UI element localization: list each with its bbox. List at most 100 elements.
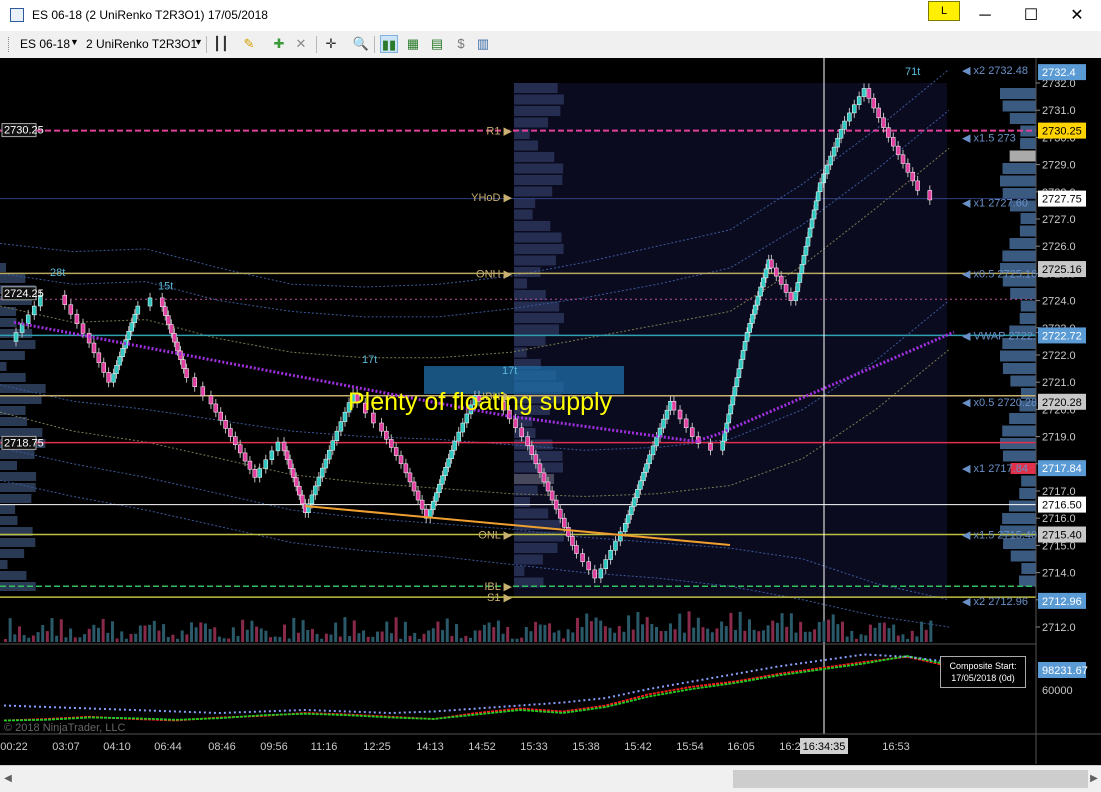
volume-bar	[789, 613, 793, 642]
instrument-dropdown-icon[interactable]: ▼	[70, 37, 79, 47]
volume-bar	[827, 619, 831, 642]
volume-bar	[910, 630, 914, 642]
volume-bar	[482, 624, 486, 642]
volume-bar	[334, 622, 338, 642]
chart-panel[interactable]: 60000 2732.02731.02730.02729.02728.02727…	[0, 58, 1101, 764]
candle-body	[74, 313, 80, 324]
volume-profile-bar	[0, 461, 18, 470]
dollar-icon[interactable]: $	[452, 35, 470, 53]
volume-bar	[427, 630, 431, 642]
candle-body	[900, 154, 906, 164]
volume-profile-bar	[1002, 513, 1036, 524]
candle-body	[549, 490, 555, 501]
volume-bar	[882, 622, 886, 642]
volume-profile-bar	[0, 351, 25, 360]
candle-body	[237, 444, 243, 454]
volume-bar	[324, 633, 328, 642]
candle-body	[175, 341, 180, 352]
price-axis[interactable]: 2732.02731.02730.02729.02728.02727.02726…	[1036, 78, 1076, 634]
bar-type-icon[interactable]: ┃┃	[212, 35, 230, 53]
candle-body	[828, 155, 833, 166]
template-icon[interactable]: ▥	[474, 35, 492, 53]
time-axis[interactable]: 00:22 03:07 04:10 06:44 08:46 09:56 11:16 12:25…	[0, 741, 910, 753]
volume-bar	[901, 634, 905, 642]
swing-label: 71t	[905, 66, 920, 78]
volume-bar	[371, 636, 375, 642]
indicators-icon[interactable]: ▦	[404, 35, 422, 53]
volume-bar	[724, 626, 728, 642]
maximize-button[interactable]: ☐	[1008, 0, 1054, 31]
chart-style-icon[interactable]: ▮▮	[380, 35, 398, 53]
volume-profile-bar	[1002, 250, 1036, 262]
candle-body	[338, 421, 344, 432]
candle-body	[403, 463, 409, 474]
instrument-selector[interactable]: ES 06-18	[20, 37, 70, 51]
link-badge-button[interactable]: L	[928, 1, 960, 21]
candle-body	[293, 477, 299, 487]
toolbar-grip[interactable]	[8, 37, 11, 52]
volume-bar	[813, 629, 817, 642]
volume-bar	[124, 638, 128, 642]
candle-body	[809, 218, 815, 229]
candle-body	[132, 313, 138, 323]
volume-bar	[292, 617, 296, 642]
volume-bar	[854, 638, 858, 642]
y-tick-label: 2721.0	[1042, 377, 1076, 389]
remove-icon[interactable]: ✕	[292, 35, 310, 53]
candle-body	[519, 427, 524, 437]
candle-body	[622, 523, 628, 533]
left-volume-profile	[0, 263, 46, 591]
candle-body	[803, 245, 809, 256]
lower-series-line	[3, 653, 951, 715]
add-strategy-icon[interactable]: ✚	[270, 35, 288, 53]
toolbar-separator	[374, 36, 375, 53]
horizontal-scrollbar[interactable]: ◀ ▶	[0, 765, 1101, 792]
candle-body	[580, 553, 585, 562]
price-tags: 2732.4 2730.25 2727.75 2725.16 2722.72 2720.2…	[1038, 64, 1088, 678]
volume-bar	[138, 625, 142, 642]
volume-profile-bar	[0, 384, 46, 393]
volume-bar	[645, 617, 649, 642]
candle-body	[135, 305, 141, 315]
candle-body	[407, 472, 413, 483]
crosshair-icon[interactable]: ✛	[322, 35, 340, 53]
volume-bar	[171, 634, 175, 642]
volume-bar	[710, 632, 714, 642]
candle-body	[169, 324, 174, 334]
volume-bar	[729, 612, 733, 642]
zoom-icon[interactable]: 🔍	[352, 35, 370, 53]
candle-body	[411, 481, 417, 492]
level-label: ◀ x2 2732.48	[962, 65, 1028, 77]
candle-body	[218, 411, 223, 421]
volume-bar	[166, 637, 170, 642]
level-label: ONH ▶	[476, 268, 513, 280]
scrollbar-thumb[interactable]	[733, 770, 1088, 788]
candle-body	[566, 527, 571, 537]
candle-body	[208, 395, 214, 405]
minimize-button[interactable]: ─	[962, 0, 1008, 31]
candle-body	[842, 120, 847, 130]
bar-type-selector[interactable]: 2 UniRenko T2R3O1	[86, 37, 197, 51]
x-tick-label: 09:56	[260, 741, 288, 753]
volume-bar	[603, 626, 607, 642]
x-tick-label: 03:07	[52, 741, 80, 753]
close-button[interactable]: ✕	[1054, 0, 1100, 31]
volume-bar	[664, 631, 668, 642]
candle-body	[664, 409, 670, 420]
properties-icon[interactable]: ▤	[428, 35, 446, 53]
scroll-right-icon[interactable]: ▶	[1088, 770, 1100, 788]
bar-type-dropdown-icon[interactable]: ▼	[194, 37, 203, 47]
volume-bar	[231, 627, 235, 642]
candle-body	[419, 499, 425, 510]
candle-body	[300, 494, 305, 505]
scroll-left-icon[interactable]: ◀	[2, 770, 14, 788]
chart-annotation-text[interactable]: Plenty of floating supply	[348, 388, 612, 417]
level-label: YHoD ▶	[471, 192, 512, 204]
volume-bar	[752, 629, 756, 642]
volume-bar	[873, 627, 877, 642]
drawing-pencil-icon[interactable]: ✎	[240, 35, 258, 53]
candle-body	[327, 449, 332, 460]
candle-body	[541, 472, 547, 483]
volume-bar	[417, 638, 421, 642]
x-tick-label: 00:22	[0, 741, 28, 753]
